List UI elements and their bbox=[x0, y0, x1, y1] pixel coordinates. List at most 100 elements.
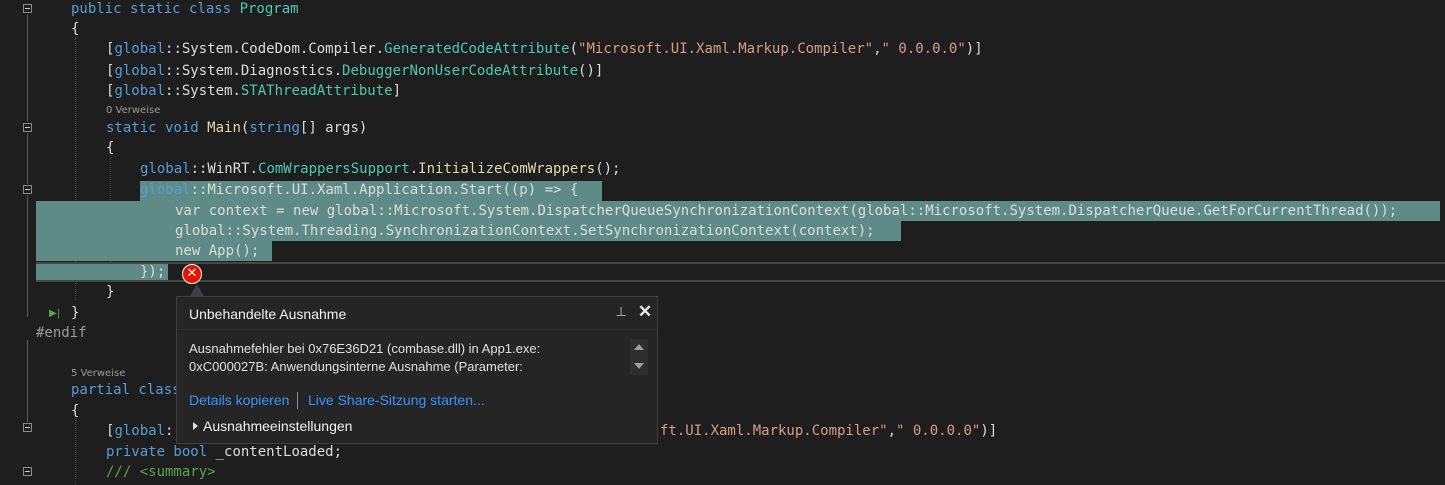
close-icon[interactable]: ✕ bbox=[636, 303, 654, 321]
code-line-8[interactable]: global::WinRT.ComWrappersSupport.Initial… bbox=[140, 159, 620, 179]
code-line-13[interactable]: }); bbox=[140, 262, 165, 282]
type-token: ComWrappersSupport bbox=[258, 161, 410, 177]
punct-token: . bbox=[409, 161, 419, 177]
copy-details-link[interactable]: Details kopieren bbox=[189, 392, 289, 408]
keyword-token: global bbox=[140, 161, 191, 177]
keyword-token: global bbox=[326, 203, 378, 219]
keyword-token: new bbox=[175, 243, 201, 259]
punct-token: , bbox=[873, 41, 882, 57]
code-line-7[interactable]: { bbox=[106, 138, 114, 158]
punct-token: ()] bbox=[578, 63, 604, 79]
string-token: "Microsoft.UI.Xaml.Markup.Compiler" bbox=[578, 41, 874, 57]
string-token: " 0.0.0.0" bbox=[896, 423, 981, 439]
code-line-1[interactable]: public static class Program bbox=[71, 0, 299, 19]
code-line-11[interactable]: global::System.Threading.Synchronization… bbox=[175, 221, 875, 241]
keyword-token: global bbox=[857, 203, 909, 219]
identifier-token: App(); bbox=[200, 243, 260, 259]
namespace-token: ::System. bbox=[165, 83, 241, 99]
fold-toggle-lambda[interactable] bbox=[23, 185, 32, 194]
punct-token: )] bbox=[980, 423, 998, 439]
codelens-references[interactable]: 0 Verweise bbox=[106, 105, 160, 116]
punct-token: ((p) => { bbox=[502, 182, 579, 198]
scroll-down-icon[interactable] bbox=[634, 363, 644, 369]
pin-icon[interactable]: ⊥ bbox=[614, 304, 628, 320]
namespace-token: ::WinRT. bbox=[190, 161, 259, 177]
exception-settings-label: Ausnahmeeinstellungen bbox=[203, 418, 353, 434]
keyword-token: static void bbox=[106, 120, 208, 136]
punct-token: ] bbox=[392, 83, 402, 99]
keyword-token: global bbox=[114, 83, 166, 99]
code-line-3[interactable]: [global::System.CodeDom.Compiler.Generat… bbox=[106, 39, 983, 59]
exception-helper-popup: Unbehandelte Ausnahme ⊥ ✕ Ausnahmefehler… bbox=[176, 296, 658, 444]
run-to-click-icon[interactable]: ▶| bbox=[49, 308, 60, 319]
keyword-token: new bbox=[293, 203, 319, 219]
method-token: InitializeComWrappers bbox=[418, 161, 596, 177]
exception-message-line: Ausnahmefehler bei 0x76E36D21 (combase.d… bbox=[189, 341, 541, 356]
keyword-token: global bbox=[114, 423, 166, 439]
code-line-18[interactable]: { bbox=[71, 401, 79, 421]
code-line-17[interactable]: partial class bbox=[71, 380, 181, 400]
code-line-21[interactable]: /// <summary> bbox=[106, 462, 216, 482]
expand-triangle-icon bbox=[193, 422, 198, 430]
fold-line bbox=[27, 340, 28, 422]
code-line-6[interactable]: static void Main(string[] args) bbox=[106, 118, 367, 138]
punct-token: ( bbox=[569, 41, 579, 57]
exception-message-line: 0xC000027B: Anwendungsinterne Ausnahme (… bbox=[189, 359, 523, 374]
fold-line bbox=[27, 195, 28, 295]
fold-line bbox=[27, 14, 28, 122]
code-line-19[interactable]: [global: bbox=[106, 421, 173, 441]
code-line-9[interactable]: global::Microsoft.UI.Xaml.Application.St… bbox=[140, 180, 578, 200]
link-separator bbox=[297, 392, 298, 409]
fold-toggle-main[interactable] bbox=[23, 123, 32, 132]
code-line-10[interactable]: var context = new global::Microsoft.Syst… bbox=[175, 201, 1397, 221]
keyword-token: private bool bbox=[106, 444, 208, 460]
code-line-2[interactable]: { bbox=[71, 19, 79, 39]
keyword-token: partial class bbox=[71, 382, 181, 398]
exception-settings-expander[interactable]: Ausnahmeeinstellungen bbox=[193, 418, 352, 434]
fold-line bbox=[27, 133, 28, 184]
popup-title: Unbehandelte Ausnahme bbox=[189, 306, 347, 322]
code-line-15[interactable]: } bbox=[71, 303, 79, 323]
fold-toggle-class[interactable] bbox=[23, 4, 32, 13]
live-share-link[interactable]: Live Share-Sitzung starten... bbox=[308, 392, 485, 408]
method-token: Main bbox=[207, 120, 241, 136]
keyword-token: var bbox=[175, 203, 201, 219]
identifier-token: context = bbox=[200, 203, 294, 219]
fold-line bbox=[27, 295, 28, 317]
code-line-16[interactable]: #endif bbox=[36, 323, 87, 343]
code-line-5[interactable]: [global::System.STAThreadAttribute] bbox=[106, 81, 401, 101]
namespace-token: ::System.CodeDom.Compiler. bbox=[165, 41, 385, 57]
namespace-token: ::System.Threading.SynchronizationContex… bbox=[225, 223, 875, 239]
codelens-references[interactable]: 5 Verweise bbox=[71, 368, 125, 379]
code-line-4[interactable]: [global::System.Diagnostics.DebuggerNonU… bbox=[106, 61, 603, 81]
namespace-token: ::Microsoft.UI.Xaml.Application. bbox=[190, 182, 461, 198]
current-line-highlight bbox=[36, 262, 1445, 282]
method-token: Start bbox=[460, 182, 503, 198]
identifier-token: _contentLoaded; bbox=[207, 444, 343, 460]
scroll-up-icon[interactable] bbox=[634, 344, 644, 350]
keyword-token: string bbox=[249, 120, 300, 136]
namespace-token: ::Microsoft.System.DispatcherQueue.GetFo… bbox=[908, 203, 1398, 219]
error-x-icon[interactable]: ✕ bbox=[182, 264, 202, 284]
fold-toggle-attr[interactable] bbox=[23, 423, 32, 432]
code-line-20[interactable]: private bool _contentLoaded; bbox=[106, 442, 342, 462]
type-token: DebuggerNonUserCodeAttribute bbox=[342, 63, 579, 79]
code-line-19-tail[interactable]: ft.UI.Xaml.Markup.Compiler"," 0.0.0.0")] bbox=[660, 421, 997, 441]
keyword-token: public static class bbox=[71, 1, 240, 17]
popup-divider bbox=[177, 329, 657, 330]
keyword-token: global bbox=[114, 41, 166, 57]
fold-toggle-summary[interactable] bbox=[23, 467, 32, 476]
exception-message: Ausnahmefehler bei 0x76E36D21 (combase.d… bbox=[189, 340, 569, 376]
punct-token: (); bbox=[595, 161, 621, 177]
message-scrollbar[interactable] bbox=[630, 339, 648, 375]
indent-guide bbox=[75, 418, 76, 485]
type-token: GeneratedCodeAttribute bbox=[384, 41, 570, 57]
type-token: Program bbox=[239, 1, 299, 17]
keyword-token: global bbox=[175, 223, 226, 239]
namespace-token: ::System.Diagnostics. bbox=[165, 63, 343, 79]
keyword-token: global bbox=[114, 63, 166, 79]
code-line-12[interactable]: new App(); bbox=[175, 241, 259, 261]
string-token: " 0.0.0.0" bbox=[881, 41, 966, 57]
code-line-14[interactable]: } bbox=[106, 282, 114, 302]
